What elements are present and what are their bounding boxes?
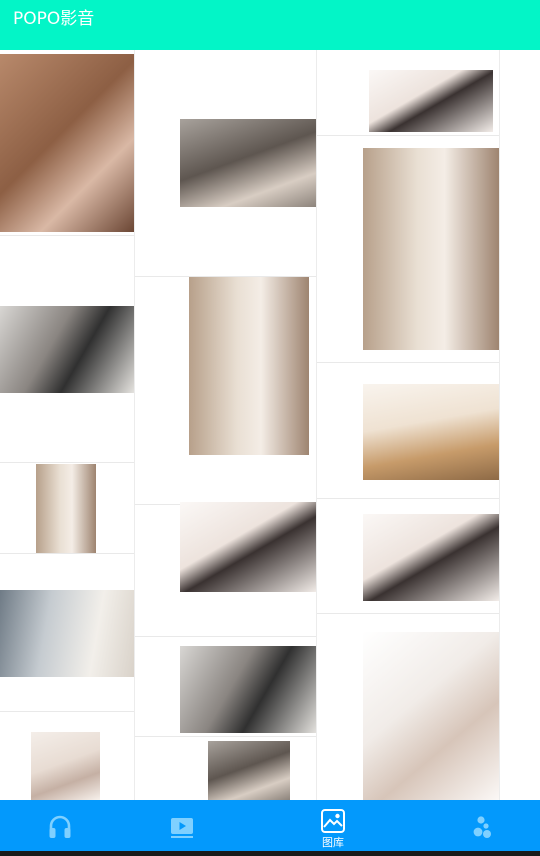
image-gallery[interactable]: [0, 50, 540, 800]
column-divider: [499, 50, 500, 800]
thumbnail-image: [363, 148, 499, 350]
dots-icon: [473, 816, 491, 838]
thumbnail-image: [363, 632, 499, 800]
thumbnail-image: [208, 741, 290, 800]
bottom-navigation: 图库: [0, 800, 540, 851]
nav-tab-label: 图库: [322, 836, 344, 849]
gallery-thumbnail[interactable]: [0, 50, 134, 236]
gallery-thumbnail[interactable]: [135, 455, 316, 637]
system-navigation-strip: [0, 851, 540, 856]
thumbnail-image: [180, 119, 316, 207]
gallery-thumbnail[interactable]: [0, 463, 134, 554]
thumbnail-image: [363, 514, 499, 601]
gallery-thumbnail[interactable]: [135, 637, 316, 737]
app-title: POPO影音: [13, 9, 95, 29]
thumbnail-image: [180, 502, 316, 592]
thumbnail-image: [363, 384, 499, 480]
play-video-icon: [171, 818, 193, 838]
thumbnail-image: [0, 54, 134, 232]
gallery-thumbnail[interactable]: [317, 614, 499, 800]
gallery-thumbnail[interactable]: [135, 50, 316, 277]
app-bar: POPO影音: [0, 0, 540, 50]
thumbnail-image: [0, 590, 134, 677]
gallery-thumbnail[interactable]: [317, 136, 499, 363]
nav-tab-music[interactable]: [20, 800, 100, 851]
gallery-thumbnail[interactable]: [0, 554, 134, 712]
gallery-thumbnail[interactable]: [317, 363, 499, 499]
thumbnail-image: [0, 306, 134, 393]
thumbnail-image: [180, 646, 316, 733]
picture-icon: [321, 809, 345, 833]
gallery-thumbnail[interactable]: [317, 50, 499, 136]
nav-tab-video[interactable]: [142, 800, 222, 851]
gallery-thumbnail[interactable]: [0, 236, 134, 463]
headphones-icon: [49, 815, 71, 838]
thumbnail-image: [369, 70, 493, 132]
thumbnail-image: [189, 277, 309, 455]
thumbnail-image: [31, 732, 100, 800]
thumbnail-image: [36, 464, 96, 553]
gallery-thumbnail[interactable]: [135, 737, 316, 800]
gallery-thumbnail[interactable]: [317, 499, 499, 614]
gallery-thumbnail[interactable]: [0, 712, 134, 800]
nav-tab-gallery[interactable]: 图库: [293, 800, 373, 851]
nav-tab-more[interactable]: [443, 800, 523, 851]
